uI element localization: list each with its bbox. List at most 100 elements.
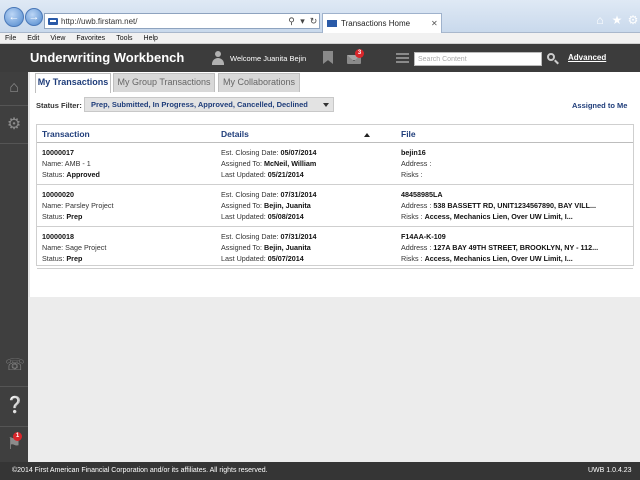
risks-line: Risks : Access, Mechanics Lien, Over UW … — [401, 253, 631, 264]
transaction-cell: 10000018 Name: Sage Project Status: Prep — [42, 231, 222, 264]
table-row[interactable]: 10000018 Name: Sage Project Status: Prep… — [37, 228, 633, 269]
risks-label: Risks : — [401, 170, 423, 179]
status-value: Prep — [66, 212, 83, 221]
name-label: Name: — [42, 159, 64, 168]
assigned-to: Bejin, Juanita — [264, 243, 311, 252]
address-value: 538 BASSETT RD, UNIT1234567890, BAY VILL… — [433, 201, 596, 210]
menu-tools[interactable]: Tools — [116, 35, 132, 42]
search-button-icon[interactable] — [545, 52, 560, 66]
file-number[interactable]: bejin16 — [401, 147, 631, 158]
updated-label: Last Updated: — [221, 254, 266, 263]
transaction-name: Sage Project — [65, 243, 107, 252]
tab-title: Transactions Home — [341, 19, 411, 28]
home-icon[interactable]: ⌂ — [593, 13, 607, 27]
empty-content-area — [28, 297, 640, 462]
copyright-text: ©2014 First American Financial Corporati… — [12, 467, 268, 474]
phone-icon[interactable]: ☏ — [5, 357, 25, 375]
transaction-name: AMB - 1 — [64, 159, 91, 168]
address-line: Address : — [401, 158, 631, 169]
status-line: Status: Prep — [42, 211, 222, 222]
url-text[interactable]: http://uwb.firstam.net/ — [61, 17, 286, 26]
menu-file[interactable]: File — [5, 35, 16, 42]
menu-view[interactable]: View — [50, 35, 65, 42]
status-filter-value: Prep, Submitted, In Progress, Approved, … — [91, 100, 308, 109]
forward-arrow-icon[interactable]: → — [25, 8, 43, 26]
name-label: Name: — [42, 201, 64, 210]
details-cell: Est. Closing Date: 07/31/2014 Assigned T… — [221, 189, 401, 222]
table-row[interactable]: 10000017 Name: AMB - 1 Status: Approved … — [37, 144, 633, 185]
transaction-id[interactable]: 10000017 — [42, 147, 222, 158]
refresh-icon[interactable]: ↻ — [308, 16, 319, 27]
welcome-text: Welcome Juanita Bejin — [230, 54, 307, 63]
menu-favorites[interactable]: Favorites — [76, 35, 105, 42]
updated-line: Last Updated: 05/21/2014 — [221, 169, 401, 180]
back-arrow-icon[interactable]: ← — [4, 7, 24, 27]
browser-tab[interactable]: Transactions Home ✕ — [322, 13, 442, 33]
file-number[interactable]: 48458985LA — [401, 189, 631, 200]
dropdown-icon[interactable]: ▾ — [297, 16, 308, 27]
address-label: Address : — [401, 159, 432, 168]
assigned-line: Assigned To: Bejin, Juanita — [221, 242, 401, 253]
close-tab-icon[interactable]: ✕ — [431, 19, 441, 28]
app-header: Underwriting Workbench Welcome Juanita B… — [0, 44, 640, 72]
user-icon[interactable] — [212, 51, 224, 65]
name-line: Name: Sage Project — [42, 242, 222, 253]
details-cell: Est. Closing Date: 05/07/2014 Assigned T… — [221, 147, 401, 180]
home-icon[interactable]: ⌂ — [5, 79, 23, 97]
site-favicon-icon — [48, 17, 58, 25]
menu-help[interactable]: Help — [144, 35, 158, 42]
status-label: Status: — [42, 212, 65, 221]
tab-my-collaborations[interactable]: My Collaborations — [218, 73, 300, 92]
version-text: UWB 1.0.4.23 — [588, 467, 632, 474]
address-line: Address : 127A BAY 49TH STREET, BROOKLYN… — [401, 242, 631, 253]
updated-line: Last Updated: 05/07/2014 — [221, 253, 401, 264]
closing-label: Est. Closing Date: — [221, 190, 279, 199]
browser-toolbar: ← → http://uwb.firstam.net/ ⚲ ▾ ↻ Transa… — [0, 0, 640, 33]
risks-label: Risks : — [401, 212, 423, 221]
closing-date: 05/07/2014 — [280, 148, 317, 157]
help-icon[interactable]: ❔ — [5, 397, 25, 415]
name-label: Name: — [42, 243, 64, 252]
sidebar-divider — [0, 386, 28, 387]
name-line: Name: Parsley Project — [42, 200, 222, 211]
app-title: Underwriting Workbench — [30, 50, 185, 65]
closing-date-line: Est. Closing Date: 05/07/2014 — [221, 147, 401, 158]
settings-gear-icon[interactable]: ⚙ — [626, 13, 640, 27]
tab-my-group-transactions[interactable]: My Group Transactions — [113, 73, 215, 92]
tab-favicon-icon — [327, 20, 337, 27]
assigned-line: Assigned To: McNeil, William — [221, 158, 401, 169]
status-line: Status: Prep — [42, 253, 222, 264]
column-header-details[interactable]: Details — [221, 129, 249, 139]
search-input[interactable] — [414, 52, 542, 66]
menu-edit[interactable]: Edit — [27, 35, 39, 42]
advanced-search-link[interactable]: Advanced — [568, 53, 606, 62]
favorites-star-icon[interactable]: ★ — [610, 13, 624, 27]
list-menu-icon[interactable] — [396, 53, 409, 63]
transaction-name: Parsley Project — [65, 201, 114, 210]
column-header-file[interactable]: File — [401, 129, 416, 139]
table-header: Transaction Details File — [37, 125, 633, 143]
file-cell: 48458985LA Address : 538 BASSETT RD, UNI… — [401, 189, 631, 222]
address-bar[interactable]: http://uwb.firstam.net/ ⚲ ▾ ↻ — [44, 13, 320, 29]
assigned-to-me-link[interactable]: Assigned to Me — [572, 101, 627, 110]
status-label: Status: — [42, 170, 65, 179]
tab-my-transactions[interactable]: My Transactions — [35, 73, 111, 93]
notification-badge: 1 — [13, 432, 22, 441]
last-updated: 05/07/2014 — [267, 254, 304, 263]
last-updated: 05/21/2014 — [267, 170, 304, 179]
assigned-line: Assigned To: Bejin, Juanita — [221, 200, 401, 211]
file-number[interactable]: F14AA-K-109 — [401, 231, 631, 242]
search-icon[interactable]: ⚲ — [286, 16, 297, 27]
transaction-id[interactable]: 10000020 — [42, 189, 222, 200]
settings-gear-icon[interactable]: ⚙ — [5, 116, 23, 134]
file-cell: bejin16 Address : Risks : — [401, 147, 631, 180]
sort-ascending-icon[interactable] — [364, 133, 370, 137]
table-row[interactable]: 10000020 Name: Parsley Project Status: P… — [37, 186, 633, 227]
menu-bar: File Edit View Favorites Tools Help — [0, 33, 640, 44]
transaction-id[interactable]: 10000018 — [42, 231, 222, 242]
column-header-transaction[interactable]: Transaction — [42, 129, 90, 139]
closing-date-line: Est. Closing Date: 07/31/2014 — [221, 189, 401, 200]
file-cell: F14AA-K-109 Address : 127A BAY 49TH STRE… — [401, 231, 631, 264]
status-filter-select[interactable]: Prep, Submitted, In Progress, Approved, … — [84, 97, 334, 112]
bookmark-icon[interactable] — [323, 51, 333, 64]
